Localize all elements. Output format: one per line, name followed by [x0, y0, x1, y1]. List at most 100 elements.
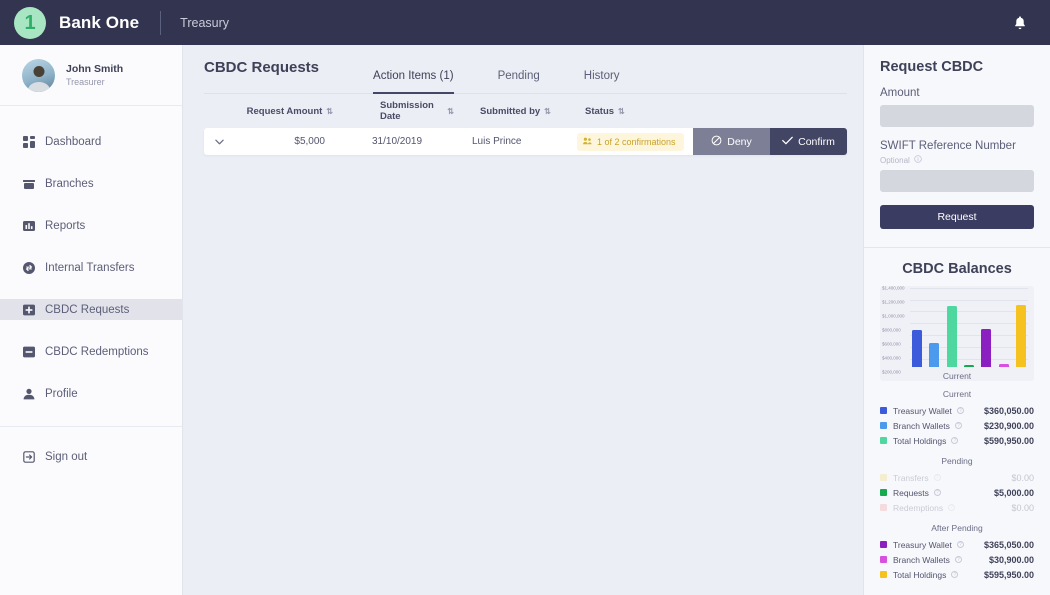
sidebar-item-label: CBDC Requests [45, 303, 130, 316]
chart-bar [981, 329, 992, 367]
legend-swatch [880, 407, 887, 414]
deny-button[interactable]: Deny [693, 128, 770, 155]
info-icon[interactable]: ? [956, 407, 964, 414]
app-body: John Smith Treasurer Dashboard Branches … [0, 45, 1050, 595]
tab-action-items[interactable]: Action Items (1) [373, 70, 454, 94]
status-text: 1 of 2 confirmations [597, 136, 676, 147]
profile-text: John Smith Treasurer [66, 63, 123, 87]
sidebar-item-profile[interactable]: Profile [0, 383, 182, 404]
chart-bar [946, 305, 957, 367]
legend-row: Treasury Wallet? $360,050.00 [880, 403, 1034, 418]
header-divider [160, 10, 162, 35]
y-axis-tick: $1,200,000 [882, 299, 905, 305]
legend-swatch [880, 437, 887, 444]
info-icon[interactable]: ? [933, 474, 941, 481]
tab-bar: Action Items (1) Pending History [373, 70, 664, 94]
legend-value: $360,050.00 [983, 405, 1034, 416]
y-axis-tick: $400,000 [882, 355, 901, 361]
column-label: Submitted by [480, 105, 541, 117]
legend-row: Treasury Wallet? $365,050.00 [880, 537, 1034, 552]
user-profile[interactable]: John Smith Treasurer [0, 45, 182, 106]
legend-row: Redemptions? $0.00 [880, 500, 1034, 515]
tab-pending[interactable]: Pending [498, 70, 540, 93]
top-header-bar: 1 Bank One Treasury [0, 0, 1050, 45]
bell-icon[interactable] [1012, 15, 1028, 31]
confirm-label: Confirm [798, 135, 835, 148]
legend-swatch [880, 474, 887, 481]
legend-swatch [880, 571, 887, 578]
legend-label: Total Holdings [893, 569, 947, 580]
balances-legend: Current Treasury Wallet? $360,050.00 Branch… [880, 389, 1034, 582]
legend-swatch [880, 422, 887, 429]
sidebar-item-branches[interactable]: Branches [0, 173, 182, 194]
y-axis-tick: $600,000 [882, 341, 901, 347]
sidebar-item-dashboard[interactable]: Dashboard [0, 131, 182, 152]
chart-bar [998, 363, 1009, 367]
chart-bar [912, 329, 922, 367]
column-label: Request Amount [246, 105, 323, 117]
sidebar-item-reports[interactable]: Reports [0, 215, 182, 236]
info-icon[interactable]: ? [956, 541, 964, 548]
info-icon[interactable]: ? [948, 504, 956, 511]
info-icon[interactable]: ? [954, 422, 962, 429]
legend-label: Treasury Wallet [893, 539, 952, 550]
chart-x-label: Current [942, 371, 972, 381]
legend-row: Transfers? $0.00 [880, 470, 1034, 485]
sub-brand-label: Treasury [180, 15, 230, 30]
signout-icon [22, 450, 35, 463]
sidebar-item-cbdc-requests[interactable]: CBDC Requests [0, 299, 182, 320]
panel-header: CBDC Requests Action Items (1) Pending H… [204, 59, 847, 94]
chart-bar [929, 342, 940, 367]
sort-icon: ⇅ [618, 106, 625, 116]
column-header-status[interactable]: Status ⇅ [559, 106, 693, 117]
nav-gap [0, 278, 182, 299]
main-content: CBDC Requests Action Items (1) Pending H… [183, 45, 863, 595]
sidebar-item-internal-transfers[interactable]: Internal Transfers [0, 257, 182, 278]
cell-submission-date: 31/10/2019 [372, 136, 423, 147]
column-header-submission-date[interactable]: Submission Date ⇅ [349, 100, 454, 122]
column-header-submitted-by[interactable]: Submitted by ⇅ [454, 106, 559, 117]
info-icon[interactable]: ? [954, 556, 962, 563]
sidebar-item-label: Reports [45, 219, 86, 232]
sidebar-item-label: Internal Transfers [45, 261, 135, 274]
legend-value: $5,000.00 [993, 487, 1034, 498]
amount-input[interactable] [880, 105, 1034, 127]
y-axis-tick: $1,000,000 [882, 313, 905, 319]
info-icon[interactable]: ? [951, 571, 959, 578]
confirm-button[interactable]: Confirm [770, 128, 847, 155]
chevron-down-icon[interactable] [204, 128, 234, 155]
tab-history[interactable]: History [584, 70, 620, 93]
optional-text: Optional [880, 155, 910, 165]
profile-name: John Smith [66, 63, 124, 75]
chart-bars [912, 304, 1026, 367]
legend-value: $365,050.00 [983, 539, 1034, 550]
request-button[interactable]: Request [880, 205, 1034, 229]
legend-swatch [880, 489, 887, 496]
table-row: $5,000 31/10/2019 Luis Prince 1 of 2 con… [204, 128, 847, 155]
column-header-request-amount[interactable]: Request Amount ⇅ [242, 106, 349, 117]
legend-row: Requests? $5,000.00 [880, 485, 1034, 500]
legend-label: Total Holdings [893, 435, 947, 446]
status-badge: 1 of 2 confirmations [577, 132, 684, 151]
legend-label: Branch Wallets [893, 554, 950, 565]
gridline [910, 287, 1028, 289]
info-icon[interactable] [914, 155, 922, 165]
info-icon[interactable]: ? [933, 489, 941, 496]
brand-name: Bank One [59, 12, 140, 32]
legend-value: $230,900.00 [983, 420, 1034, 431]
legend-label: Requests [893, 487, 929, 498]
swift-reference-input[interactable] [880, 170, 1034, 192]
sign-out-button[interactable]: Sign out [0, 450, 182, 463]
users-icon [583, 137, 592, 147]
info-icon[interactable]: ? [951, 437, 959, 444]
sidebar-divider [0, 426, 182, 427]
legend-label: Branch Wallets [893, 420, 950, 431]
sort-icon: ⇅ [326, 106, 333, 116]
sidebar-item-cbdc-redemptions[interactable]: CBDC Redemptions [0, 341, 182, 362]
nav-gap [0, 320, 182, 341]
chart-bar [963, 365, 974, 367]
legend-row: Branch Wallets? $230,900.00 [880, 418, 1034, 433]
chart-bar [1015, 304, 1026, 367]
cbdc-requests-icon [22, 303, 35, 316]
swift-label: SWIFT Reference Number [880, 140, 1016, 152]
